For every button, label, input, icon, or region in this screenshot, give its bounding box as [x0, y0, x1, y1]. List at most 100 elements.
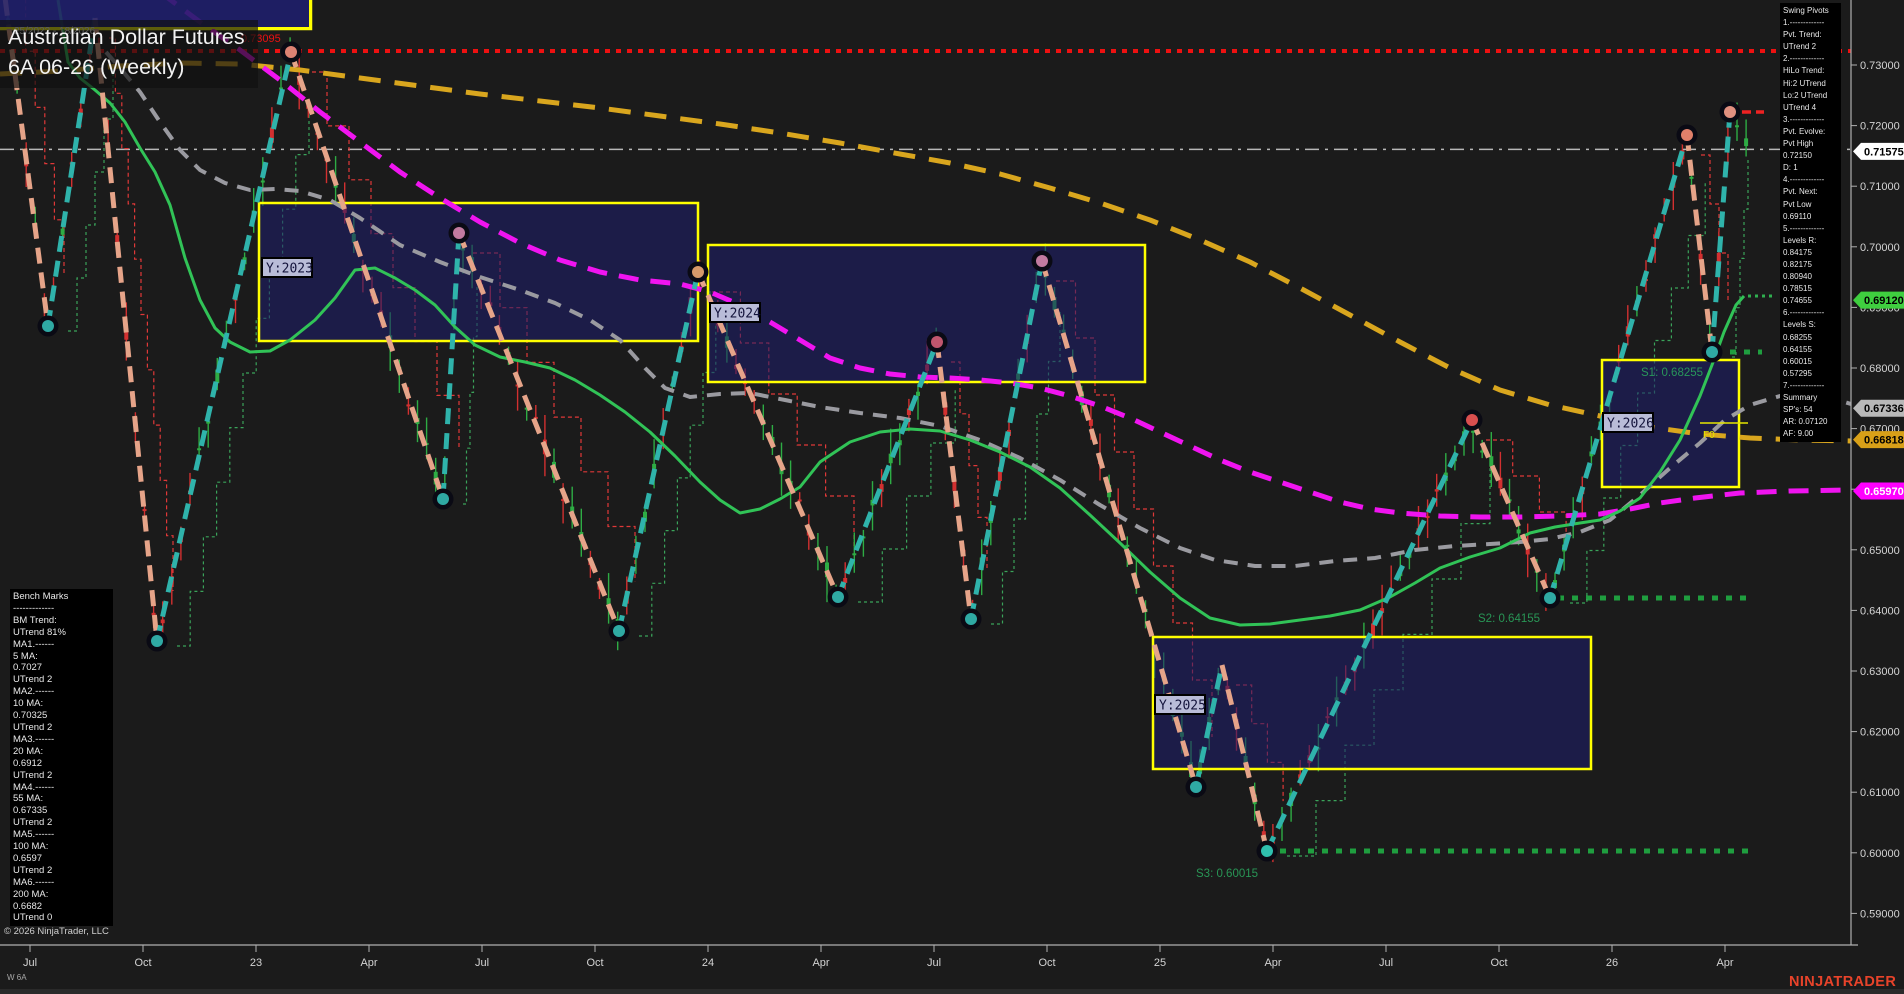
price-tick: 0.65000: [1860, 545, 1900, 557]
chart-canvas[interactable]: 0.73095S1: 0.68255S2: 0.64155S3: 0.60015…: [0, 0, 1904, 994]
price-tick: 0.63000: [1860, 666, 1900, 678]
swing-pivots-line: 0.57295: [1783, 368, 1840, 380]
price-marker-tag: 0.69120: [1864, 295, 1904, 307]
bench-marks-line: UTrend 2: [13, 674, 110, 686]
bench-marks-line: BM Trend:: [13, 615, 110, 627]
bench-marks-line: MA3.------: [13, 734, 110, 746]
f0-marker-label: F0: [1703, 430, 1715, 441]
swing-pivots-line: Pvt Low: [1783, 199, 1840, 211]
swing-pivots-line: Pvt. Evolve:: [1783, 126, 1840, 138]
swing-pivots-line: HiLo Trend:: [1783, 65, 1840, 77]
time-tick: Jul: [475, 957, 489, 969]
time-tick: 24: [702, 957, 714, 969]
time-tick: Oct: [1490, 957, 1507, 969]
contract-period: 6A 06-26 (Weekly): [8, 52, 258, 82]
ninjatrader-logo: NINJATRADER: [1789, 974, 1896, 990]
swing-pivots-line: SP's: 54: [1783, 404, 1840, 416]
bench-marks-line: UTrend 0: [13, 912, 110, 924]
time-tick: Oct: [1038, 957, 1055, 969]
price-tick: 0.60000: [1860, 848, 1900, 860]
bench-marks-line: MA1.------: [13, 639, 110, 651]
swing-pivots-line: Pvt. Trend:: [1783, 29, 1840, 41]
swing-pivots-line: UTrend 4: [1783, 102, 1840, 114]
swing-pivots-line: 5.-------------: [1783, 223, 1840, 235]
instrument-title: Australian Dollar Futures 6A 06-26 (Week…: [0, 20, 258, 88]
price-tick: 0.70000: [1860, 242, 1900, 254]
bench-marks-line: -------------: [13, 603, 110, 615]
swing-pivots-line: Levels R:: [1783, 235, 1840, 247]
year-boxes: [0, 0, 1739, 769]
swing-pivots-line: 0.80940: [1783, 271, 1840, 283]
bench-marks-line: UTrend 81%: [13, 627, 110, 639]
time-tick: Apr: [1716, 957, 1733, 969]
price-tick: 0.59000: [1860, 908, 1900, 920]
swing-pivots-line: AF: 9.00: [1783, 428, 1840, 440]
bench-marks-line: UTrend 2: [13, 770, 110, 782]
swing-pivots-line: Summary: [1783, 392, 1840, 404]
price-tick: 0.71000: [1860, 181, 1900, 193]
support-label-s1: S1: 0.68255: [1641, 367, 1703, 379]
bench-marks-line: 20 MA:: [13, 746, 110, 758]
instrument-name: Australian Dollar Futures: [8, 22, 258, 52]
swing-pivots-line: 0.78515: [1783, 283, 1840, 295]
time-tick: Jul: [1379, 957, 1393, 969]
price-tick: 0.61000: [1860, 787, 1900, 799]
time-tick: Apr: [812, 957, 829, 969]
swing-pivots-line: 4.-------------: [1783, 174, 1840, 186]
bench-marks-line: Bench Marks: [13, 591, 110, 603]
swing-pivots-line: 2.-------------: [1783, 53, 1840, 65]
time-tick: Jul: [23, 957, 37, 969]
swing-pivots-line: 0.82175: [1783, 259, 1840, 271]
swing-pivots-line: Pvt. Next:: [1783, 186, 1840, 198]
year-label: Y:2025: [1159, 699, 1206, 714]
bench-marks-line: UTrend 2: [13, 865, 110, 877]
support-label-s3: S3: 0.60015: [1196, 868, 1258, 880]
bench-marks-line: 0.6912: [13, 758, 110, 770]
ninjatrader-chart-window: 0.73095S1: 0.68255S2: 0.64155S3: 0.60015…: [0, 0, 1904, 994]
time-tick: Oct: [134, 957, 151, 969]
bench-marks-line: MA5.------: [13, 829, 110, 841]
swing-pivots-line: AR: 0.07120: [1783, 416, 1840, 428]
year-label: Y:2026: [1607, 417, 1654, 432]
bench-marks-line: 0.7027: [13, 662, 110, 674]
swing-pivots-line: 0.64155: [1783, 344, 1840, 356]
bench-marks-line: MA2.------: [13, 686, 110, 698]
swing-pivots-line: 0.84175: [1783, 247, 1840, 259]
swing-pivots-line: Lo:2 UTrend: [1783, 90, 1840, 102]
time-tick: 25: [1154, 957, 1166, 969]
swing-pivots-line: UTrend 2: [1783, 41, 1840, 53]
swing-pivots-panel: Swing Pivots1.-------------Pvt. Trend:UT…: [1780, 3, 1841, 442]
swing-pivots-line: 0.72150: [1783, 150, 1840, 162]
copyright-label: © 2026 NinjaTrader, LLC: [4, 926, 109, 937]
bench-marks-line: 100 MA:: [13, 841, 110, 853]
time-tick: Oct: [586, 957, 603, 969]
bench-marks-line: UTrend 2: [13, 817, 110, 829]
price-marker-tag: 0.71575: [1864, 146, 1904, 158]
price-tick: 0.68000: [1860, 363, 1900, 375]
price-tick: 0.73000: [1860, 60, 1900, 72]
price-marker-tags: 0.715750.691200.673360.668180.65970: [1853, 143, 1904, 500]
swing-pivots-line: Pvt High: [1783, 138, 1840, 150]
swing-pivots-line: Levels S:: [1783, 319, 1840, 331]
price-marker-tag: 0.65970: [1864, 486, 1904, 498]
bench-marks-line: 5 MA:: [13, 651, 110, 663]
time-tick: Apr: [1264, 957, 1281, 969]
swing-pivots-line: Hi:2 UTrend: [1783, 78, 1840, 90]
price-marker-tag: 0.66818: [1864, 435, 1904, 447]
bench-marks-line: 0.6682: [13, 901, 110, 913]
bench-marks-line: MA4.------: [13, 782, 110, 794]
bottom-strip: [0, 989, 1904, 994]
swing-pivots-line: 0.74655: [1783, 295, 1840, 307]
year-label: Y:2024: [714, 307, 761, 322]
price-tick: 0.72000: [1860, 121, 1900, 133]
instrument-status-label: W 6A: [7, 973, 27, 982]
swing-pivots-line: 3.-------------: [1783, 114, 1840, 126]
time-tick: 26: [1606, 957, 1618, 969]
swing-pivots-line: D: 1: [1783, 162, 1840, 174]
bench-marks-line: 200 MA:: [13, 889, 110, 901]
bench-marks-line: 0.67335: [13, 805, 110, 817]
swing-pivots-line: 0.60015: [1783, 356, 1840, 368]
price-tick: 0.64000: [1860, 605, 1900, 617]
bench-marks-line: UTrend 2: [13, 722, 110, 734]
time-tick: 23: [250, 957, 262, 969]
